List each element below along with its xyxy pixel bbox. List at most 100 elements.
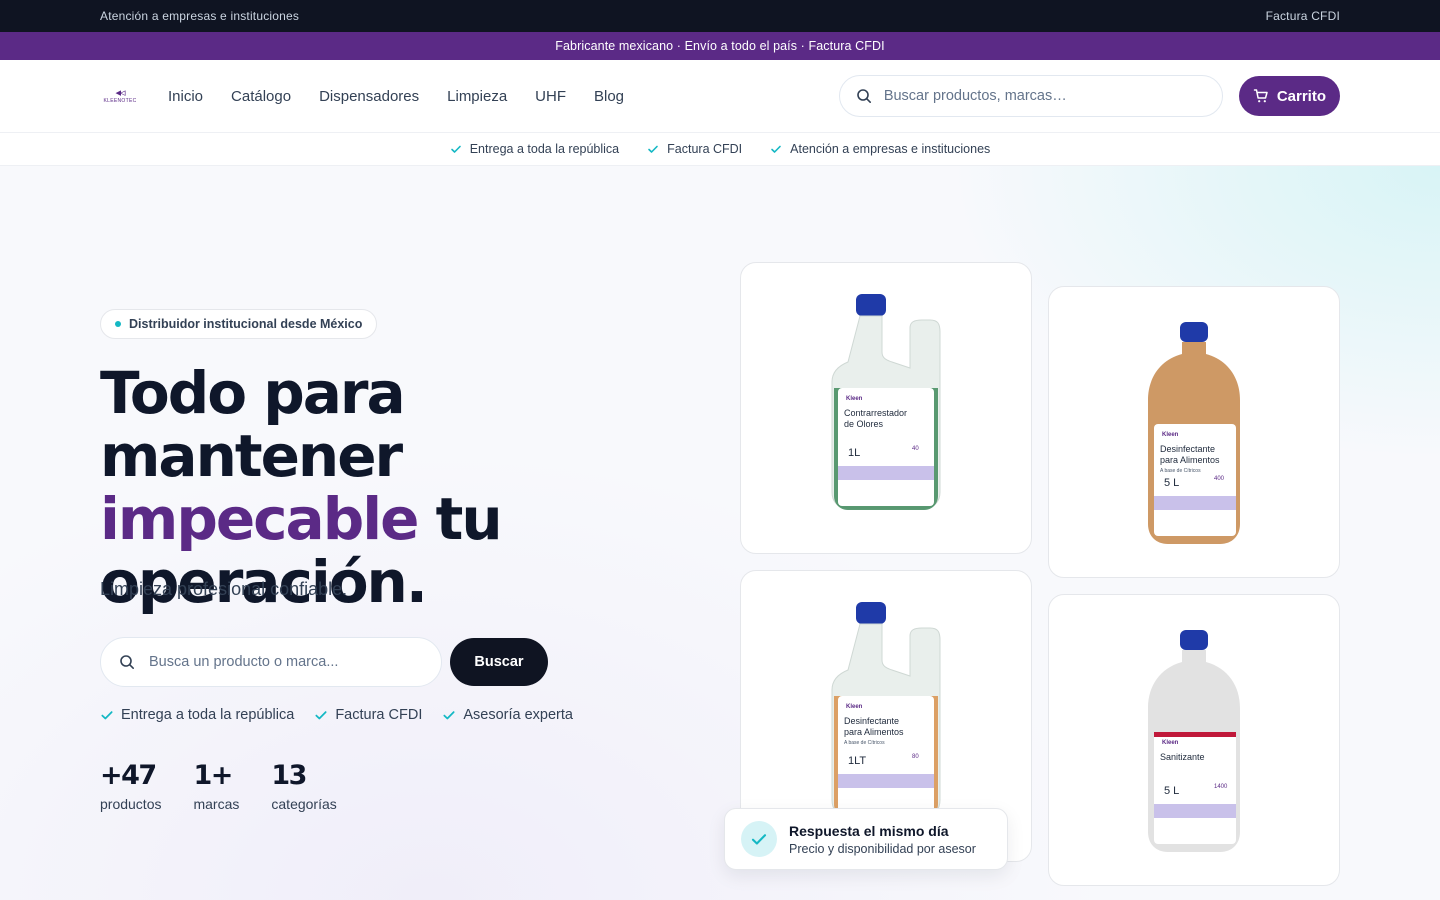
stat-label: categorías [271,796,337,812]
stat-value: +47 [100,760,157,791]
feature-item: Factura CFDI [314,707,422,723]
feature-label: Asesoría experta [463,707,573,723]
search-icon [120,655,134,669]
promo-banner: Fabricante mexicano · Envío a todo el pa… [0,32,1440,60]
promo-text: Fabricante mexicano · Envío a todo el pa… [555,39,885,53]
hero-search[interactable] [100,637,442,687]
nav-item-inicio[interactable]: Inicio [168,88,203,105]
product-image: Kleen Sanitizante 5 L 1400 [1148,630,1240,852]
product-name: Sanitizante [1160,752,1205,762]
product-card[interactable]: Kleen Contrarrestador de Olores 1L 40 [740,262,1032,554]
stat-brands: 1+ marcas [193,756,239,812]
check-icon [771,145,781,153]
label-band [838,774,934,788]
product-image: Kleen Contrarrestadorde Olores 1L 40 [831,294,941,510]
product-volume: 1LT [848,755,866,767]
product-volume: 1L [848,447,860,459]
logo-mark-icon: ◂◃ [115,86,125,99]
bottle-cap [1180,322,1208,342]
product-brand: Kleen [1162,740,1179,746]
logo-wordmark: KLEENOTEC [103,97,137,104]
product-image: Kleen Desinfectantepara Alimentos A base d… [831,602,941,818]
topbar-left-text: Atención a empresas e instituciones [100,9,300,23]
response-toast: Respuesta el mismo día Precio y disponib… [724,808,1008,870]
bottle-cap [1180,630,1208,650]
nav-menu: Inicio Catálogo Dispensadores Limpieza U… [168,88,624,105]
header-search-input[interactable] [883,88,1206,104]
trust-item: Entrega a toda la república [450,142,619,156]
product-doses: 40 [912,446,919,452]
headline-line-2: tu [417,485,503,553]
product-doses: 1400 [1214,784,1228,790]
nav-item-dispensadores[interactable]: Dispensadores [319,88,419,105]
distributor-badge: Distribuidor institucional desde México [100,309,378,339]
product-image: Kleen Desinfectantepara Alimentos A base d… [1148,322,1240,544]
feature-label: Entrega a toda la república [121,707,295,723]
topbar-right-text[interactable]: Factura CFDI [1266,9,1340,23]
trust-bar: Entrega a toda la república Factura CFDI… [0,132,1440,166]
label-band [1154,804,1236,818]
hero-features: Entrega a toda la república Factura CFDI… [100,707,573,723]
product-brand: Kleen [1162,432,1179,438]
cart-icon [1253,89,1268,103]
product-name: Desinfectante [844,716,899,726]
hero-headline: Todo para mantener impecable tu operació… [100,362,700,614]
search-icon [857,89,871,103]
stat-label: marcas [193,796,240,812]
stat-value: 13 [271,760,307,791]
check-icon [315,711,327,720]
product-subtitle: A base de Cítricos [1160,468,1201,474]
headline-accent: impecable [100,485,419,553]
nav-item-catalogo[interactable]: Catálogo [231,88,291,105]
hero-section: Distribuidor institucional desde México … [0,166,1440,900]
stat-categories: 13 categorías [271,756,336,812]
bottle-cap [856,602,886,624]
check-icon [450,145,461,153]
trust-item-label: Factura CFDI [667,142,743,156]
bottle-cap [856,294,886,316]
check-icon [648,145,658,153]
cart-label: Carrito [1276,87,1326,105]
check-icon [443,711,455,720]
headline-line-1: Todo para mantener [100,359,406,490]
nav-item-uhf[interactable]: UHF [535,88,566,105]
product-doses: 80 [912,754,919,760]
trust-item-label: Atención a empresas e instituciones [790,142,991,156]
label-stripe [1154,732,1236,737]
check-circle-icon [741,821,777,857]
product-card[interactable]: Kleen Sanitizante 5 L 1400 [1048,594,1340,886]
trust-item: Atención a empresas e instituciones [770,142,990,156]
nav-item-blog[interactable]: Blog [594,88,624,105]
toast-subtitle: Precio y disponibilidad por asesor [789,841,976,856]
main-nav: ◂◃ KLEENOTEC Inicio Catálogo Dispensador… [0,60,1440,132]
trust-item-label: Entrega a toda la república [469,142,620,156]
product-card[interactable]: Kleen Desinfectante para Alimentos A base d… [1048,286,1340,578]
product-brand: Kleen [846,704,863,710]
label-band [1154,496,1236,510]
product-brand: Kleen [846,396,863,402]
product-doses: 400 [1214,476,1225,482]
product-name: Desinfectante [1160,444,1215,454]
hero-stats: +47 productos 1+ marcas 13 categorías [100,756,337,812]
nav-item-limpieza[interactable]: Limpieza [447,88,507,105]
feature-label: Factura CFDI [335,707,423,723]
label-band [838,466,934,480]
stat-products: +47 productos [100,756,161,812]
product-name: para Alimentos [1160,455,1220,465]
toast-title: Respuesta el mismo día [789,822,949,839]
logo[interactable]: ◂◃ KLEENOTEC [100,84,140,108]
cart-button[interactable]: Carrito [1238,76,1340,116]
product-name: de Olores [844,419,884,429]
hero-subtitle: Limpieza profesional confiable. [100,579,348,599]
hero-search-input[interactable] [149,654,423,670]
hero-search-button[interactable]: Buscar [450,638,548,686]
stat-label: productos [100,796,162,812]
stat-value: 1+ [193,760,233,791]
status-dot-icon [115,321,121,327]
product-subtitle: A base de Cítricos [844,740,885,746]
check-icon [101,711,113,720]
feature-item: Entrega a toda la república [100,707,294,723]
distributor-badge-label: Distribuidor institucional desde México [129,317,363,331]
header-search[interactable] [838,75,1223,117]
product-volume: 5 L [1164,785,1179,797]
